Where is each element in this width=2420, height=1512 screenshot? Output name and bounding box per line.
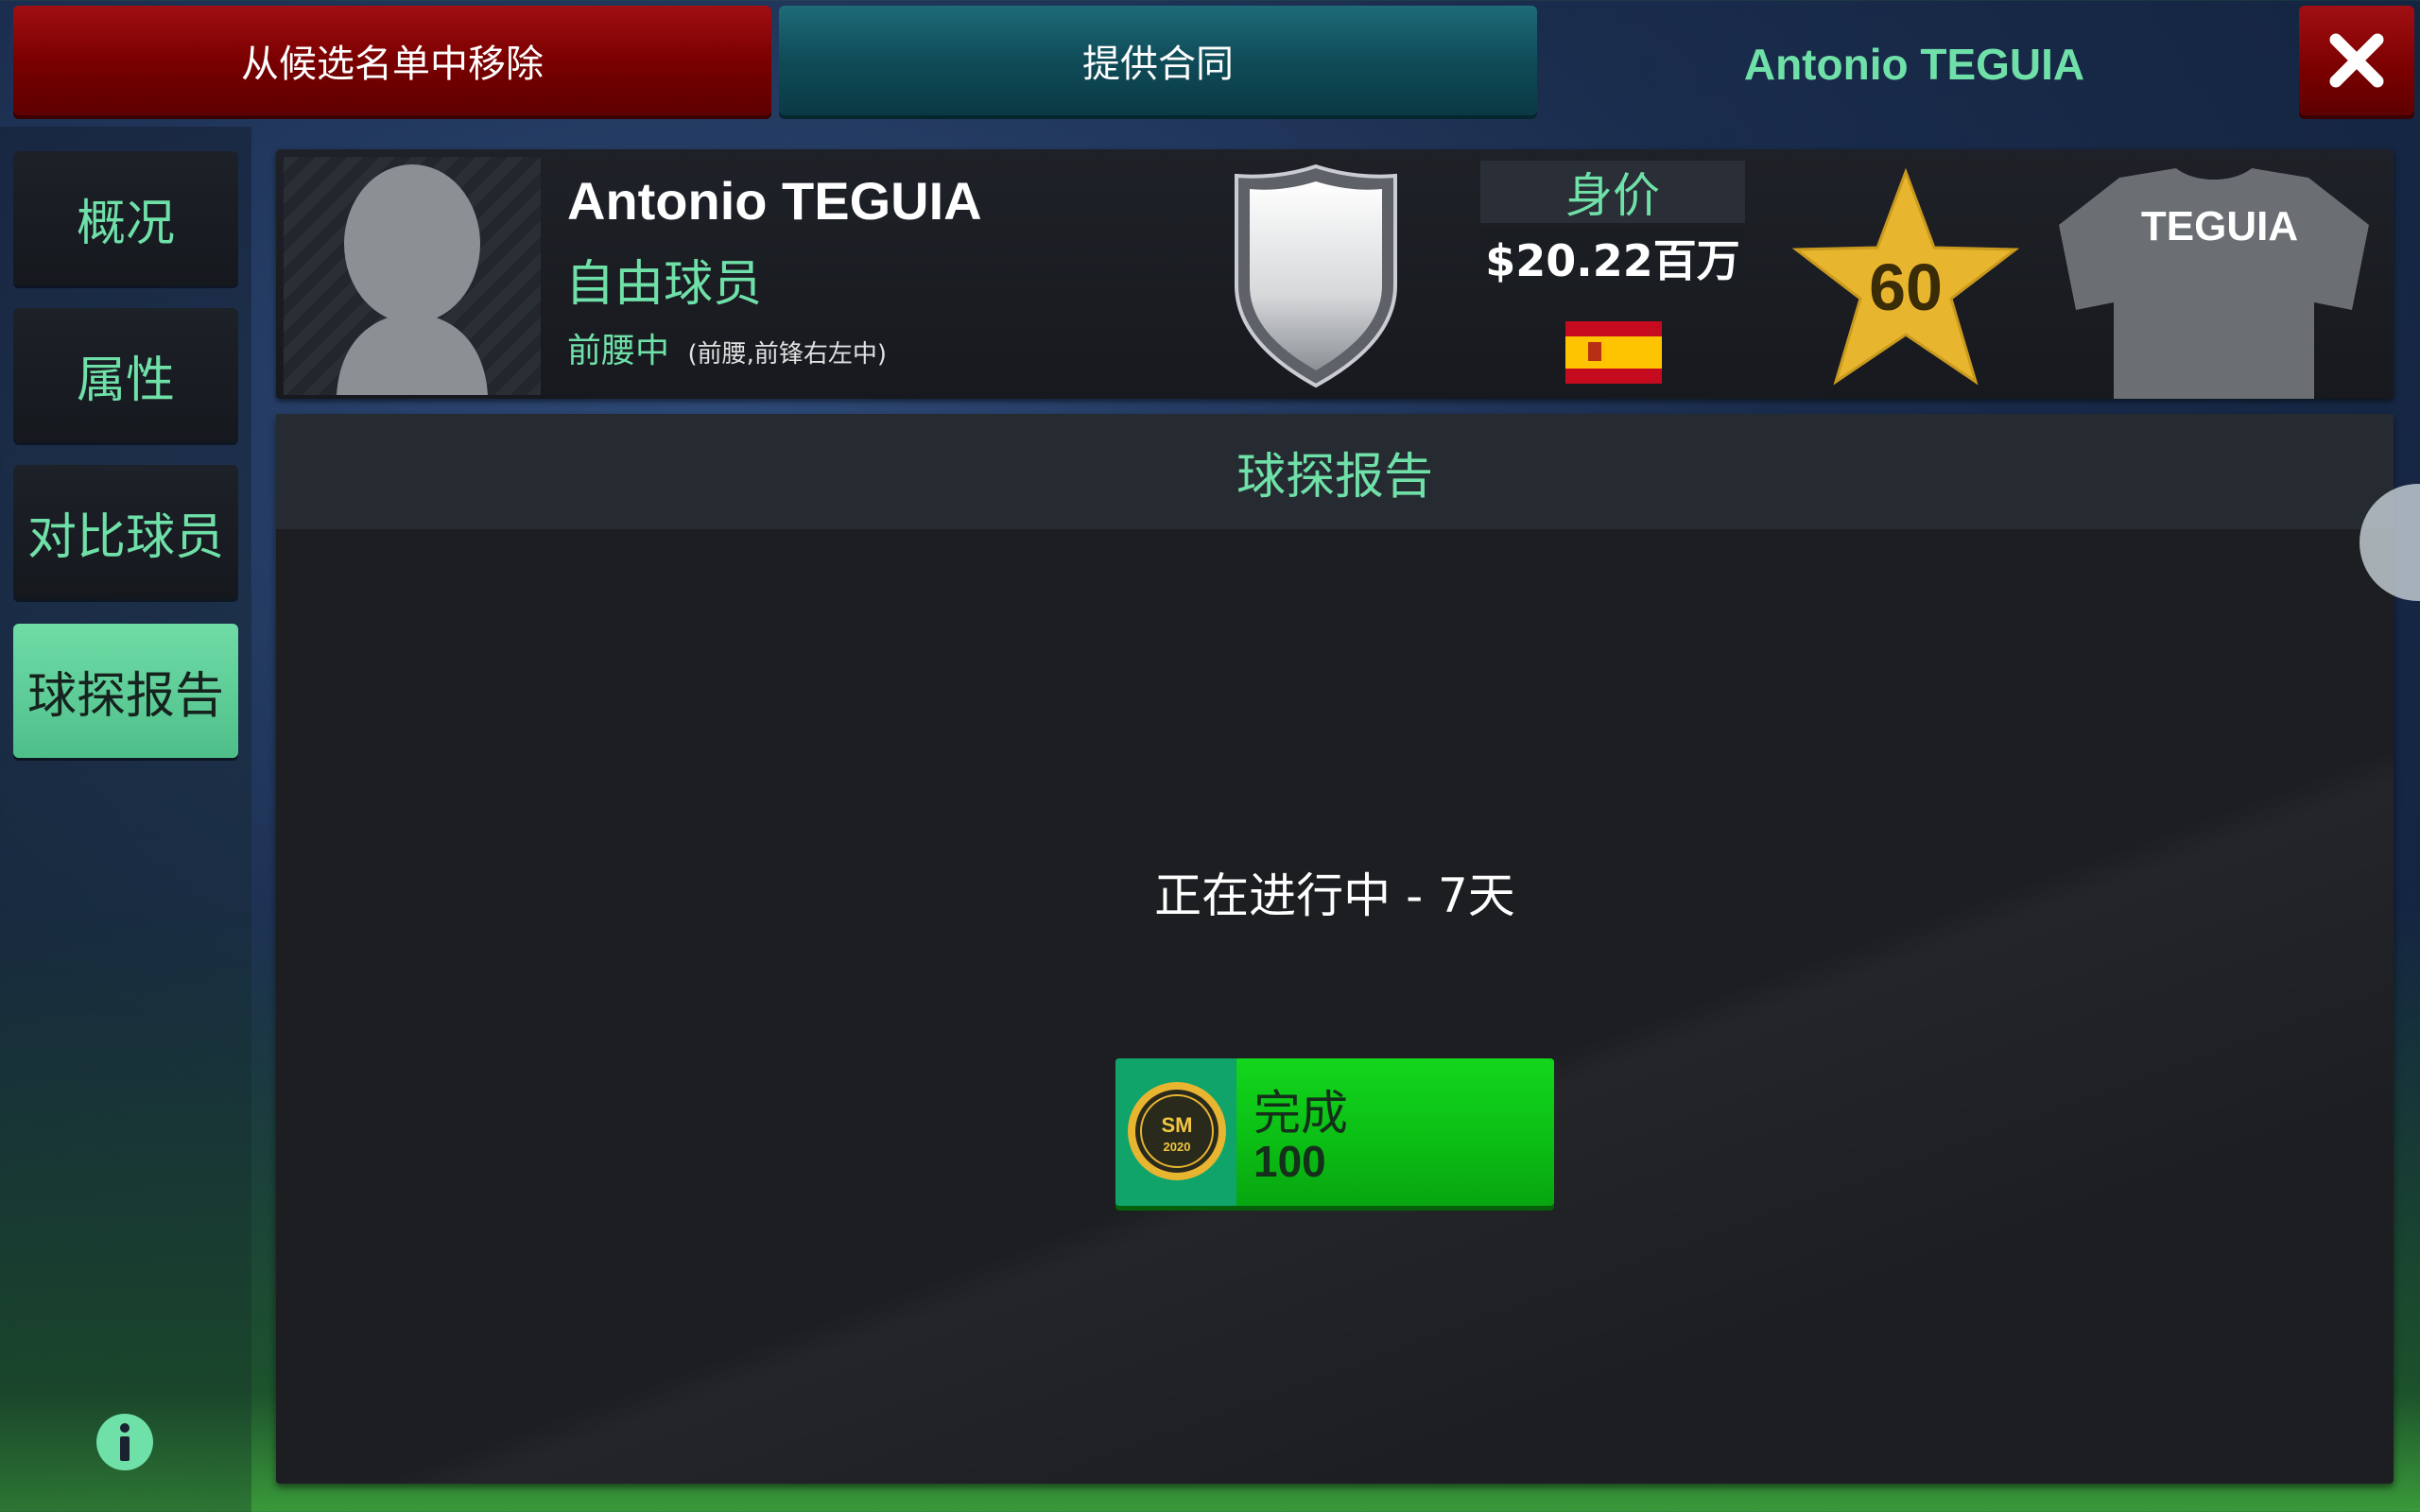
market-value-label: 身价 (1480, 161, 1745, 223)
player-position-detail: (前腰,前锋右左中) (687, 340, 888, 369)
sidebar-item-label: 属性 (76, 352, 175, 409)
scout-report-panel: 球探报告 正在进行中 - 7天 SM 2020 完成 100 (276, 414, 2394, 1484)
player-photo (284, 157, 541, 395)
sidebar: 概况 属性 对比球员 球探报告 (0, 127, 251, 1512)
player-name: Antonio TEGUIA (567, 171, 982, 231)
sidebar-item-label: 球探报告 (26, 667, 224, 725)
page-title: Antonio TEGUIA (1743, 40, 2085, 89)
club-shield-icon (1235, 163, 1397, 388)
sidebar-item-label: 概况 (76, 195, 175, 252)
sm-coin-icon: SM 2020 (1128, 1082, 1226, 1180)
player-rating: 60 (1869, 250, 1943, 324)
market-value-box: 身价 $20.22百万 (1480, 161, 1745, 387)
player-position: 前腰中 (前腰,前锋右左中) (567, 323, 887, 372)
rating-star-icon: 60 (1792, 168, 2019, 386)
sidebar-item-overview[interactable]: 概况 (13, 151, 238, 285)
player-status: 自由球员 (565, 256, 763, 313)
close-icon (2329, 33, 2384, 88)
sidebar-item-label: 对比球员 (26, 508, 224, 566)
remove-from-shortlist-label: 从候选名单中移除 (241, 43, 544, 86)
player-header-card: Antonio TEGUIA 自由球员 前腰中 (前腰,前锋右左中) 身价 $2… (276, 149, 2394, 399)
coin-area: SM 2020 (1115, 1058, 1236, 1206)
market-value-amount: $20.22百万 (1480, 227, 1745, 289)
scout-report-title: 球探报告 (276, 414, 2394, 529)
sidebar-item-scout-report[interactable]: 球探报告 (13, 624, 238, 758)
complete-label: 完成 (1253, 1086, 1348, 1141)
offer-contract-label: 提供合同 (1082, 43, 1234, 86)
coin-year: 2020 (1164, 1140, 1191, 1154)
offer-contract-button[interactable]: 提供合同 (779, 6, 1537, 115)
player-silhouette-icon (337, 164, 488, 395)
spain-flag-icon (1565, 321, 1662, 384)
player-position-main: 前腰中 (567, 332, 670, 370)
sidebar-item-attributes[interactable]: 属性 (13, 308, 238, 442)
sidebar-item-compare-players[interactable]: 对比球员 (13, 465, 238, 599)
coin-text: SM (1162, 1113, 1193, 1137)
close-button[interactable] (2299, 6, 2414, 115)
remove-from-shortlist-button[interactable]: 从候选名单中移除 (13, 6, 771, 115)
player-shirt-icon: TEGUIA (2059, 168, 2369, 399)
info-icon[interactable] (95, 1412, 155, 1472)
complete-cost: 100 (1253, 1137, 1326, 1186)
shirt-name: TEGUIA (2141, 203, 2298, 249)
top-bar: 从候选名单中移除 提供合同 Antonio TEGUIA (0, 0, 2420, 125)
scout-progress-status: 正在进行中 - 7天 (1154, 868, 1515, 923)
complete-scouting-button[interactable]: SM 2020 完成 100 (1115, 1058, 1554, 1206)
